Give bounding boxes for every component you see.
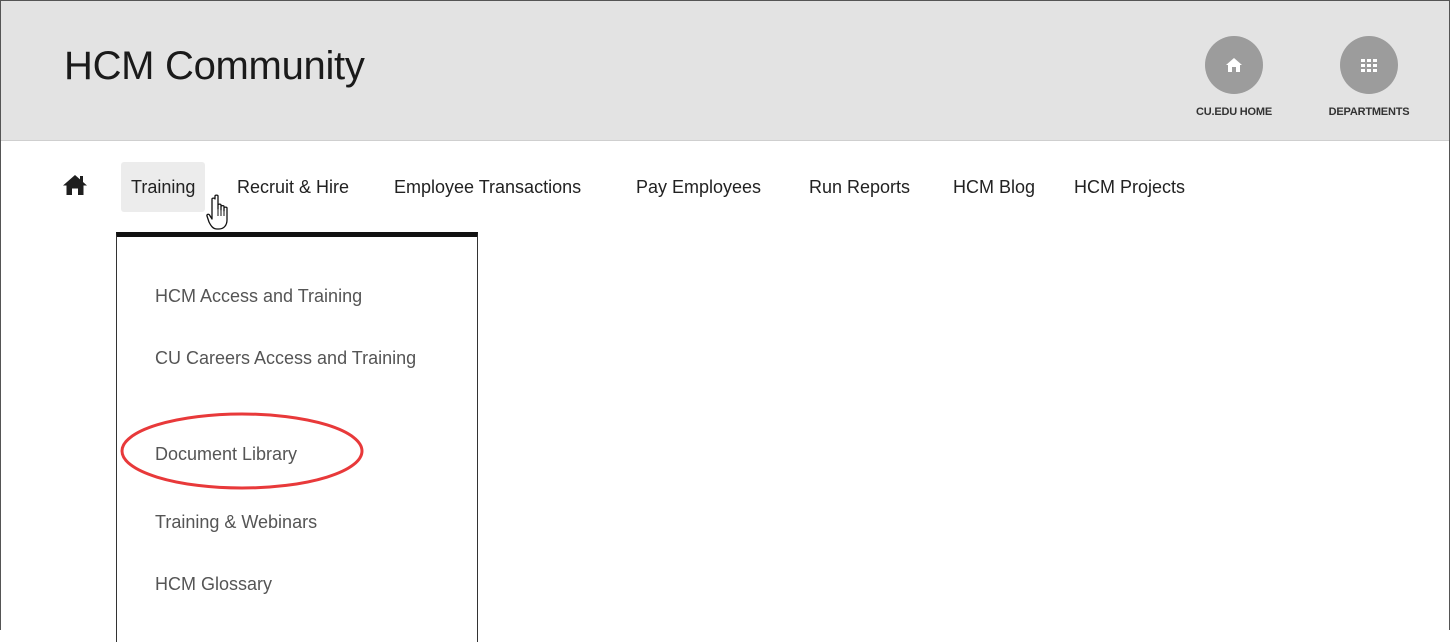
nav-item-hcm-projects[interactable]: HCM Projects xyxy=(1064,162,1195,212)
site-title[interactable]: HCM Community xyxy=(64,44,365,89)
home-icon xyxy=(1226,58,1242,72)
nav-item-recruit-hire[interactable]: Recruit & Hire xyxy=(227,162,359,212)
nav-item-hcm-blog[interactable]: HCM Blog xyxy=(943,162,1045,212)
dropdown-item-document-library[interactable]: Document Library xyxy=(155,439,425,469)
departments-circle-button[interactable] xyxy=(1340,36,1398,94)
site-header: HCM Community CU.EDU HOME DEPARTMENTS xyxy=(1,1,1449,141)
home-circle-button[interactable] xyxy=(1205,36,1263,94)
nav-item-run-reports[interactable]: Run Reports xyxy=(799,162,920,212)
grid-icon xyxy=(1361,59,1377,72)
nav-item-training[interactable]: Training xyxy=(121,162,206,212)
cu-edu-home-link[interactable]: CU.EDU HOME xyxy=(1179,36,1289,118)
nav-item-pay-employees[interactable]: Pay Employees xyxy=(626,162,771,212)
dropdown-item-cu-careers-access-training[interactable]: CU Careers Access and Training xyxy=(155,343,425,373)
dropdown-item-hcm-access-training[interactable]: HCM Access and Training xyxy=(155,281,425,311)
departments-label: DEPARTMENTS xyxy=(1328,106,1410,118)
home-icon xyxy=(63,175,87,195)
dropdown-item-hcm-glossary[interactable]: HCM Glossary xyxy=(155,569,425,599)
training-dropdown-menu: HCM Access and Training CU Careers Acces… xyxy=(116,232,478,642)
nav-item-employee-transactions[interactable]: Employee Transactions xyxy=(384,162,591,212)
cu-edu-home-label: CU.EDU HOME xyxy=(1195,106,1273,118)
departments-link[interactable]: DEPARTMENTS xyxy=(1314,36,1424,118)
dropdown-item-training-webinars[interactable]: Training & Webinars xyxy=(155,507,425,537)
nav-home-link[interactable] xyxy=(62,174,88,198)
